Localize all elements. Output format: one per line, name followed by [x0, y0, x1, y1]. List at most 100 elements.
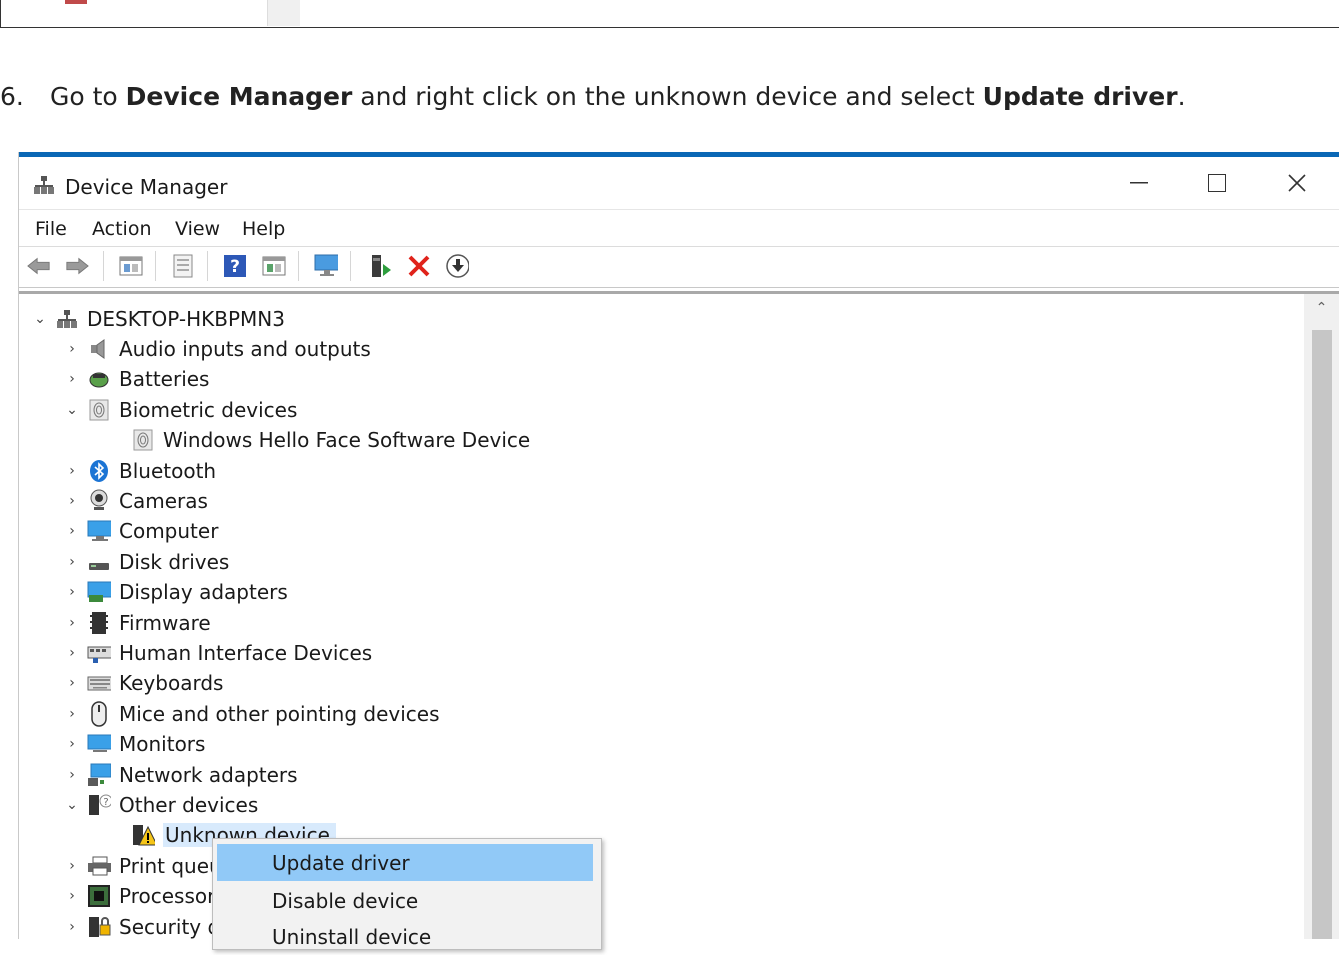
tree-category-item[interactable]: › Disk drives — [61, 547, 229, 577]
instruction-step: 6. Go to Device Manager and right click o… — [0, 82, 1186, 111]
title-bar[interactable]: Device Manager — [19, 157, 1339, 209]
tree-category-item[interactable]: › Keyboards — [61, 668, 223, 698]
monitor-icon[interactable] — [314, 254, 338, 278]
back-arrow-icon[interactable] — [27, 254, 51, 278]
tree-item-label: Network adapters — [119, 762, 298, 787]
close-button[interactable] — [1270, 165, 1324, 201]
tree-item-label: Human Interface Devices — [119, 641, 373, 665]
context-uninstall-device-label: Uninstall device — [272, 924, 432, 949]
collapse-chevron-icon[interactable]: › — [61, 493, 83, 509]
minimize-button[interactable] — [1112, 165, 1166, 201]
collapse-chevron-icon[interactable]: › — [61, 888, 83, 904]
fingerprint-icon — [87, 399, 111, 421]
tree-category-item[interactable]: › Processor: — [61, 881, 222, 911]
tree-item-label: Cameras — [119, 489, 208, 513]
tree-category-item[interactable]: ⌄? Other devices — [61, 790, 258, 820]
partial-icon — [65, 0, 87, 4]
hid-icon — [87, 642, 111, 664]
tree-category-item[interactable]: › Audio inputs and outputs — [61, 334, 371, 364]
tree-category-item[interactable]: › Computer — [61, 516, 218, 546]
context-disable-device[interactable]: Disable device — [217, 882, 593, 919]
display-adapter-icon — [87, 581, 111, 603]
tree-item-label: Disk drives — [119, 549, 230, 574]
scroll-up-icon[interactable]: ⌃ — [1304, 300, 1339, 320]
collapse-chevron-icon[interactable]: › — [61, 341, 83, 357]
collapse-chevron-icon[interactable]: › — [61, 615, 83, 631]
previous-screenshot-fragment — [0, 0, 1339, 28]
tree-category-item[interactable]: › Cameras — [61, 486, 208, 516]
help-icon[interactable]: ? — [223, 254, 247, 278]
context-disable-device-label: Disable device — [272, 888, 419, 913]
collapse-chevron-icon[interactable]: › — [61, 706, 83, 722]
scroll-thumb[interactable] — [1312, 330, 1332, 939]
partial-scrollbar — [267, 0, 300, 26]
tree-root[interactable]: ⌄ DESKTOP-HKBPMN3 — [29, 304, 285, 334]
vertical-scrollbar[interactable]: ⌃ — [1304, 291, 1339, 939]
collapse-chevron-icon[interactable]: › — [61, 675, 83, 691]
download-icon[interactable] — [445, 254, 469, 278]
tree-item-label: Monitors — [119, 732, 206, 757]
tree-item-label: Mice and other pointing devices — [119, 701, 440, 726]
step-text-prefix: Go to — [50, 82, 126, 111]
toolbar-separator — [103, 251, 104, 281]
forward-arrow-icon[interactable] — [65, 254, 89, 278]
tree-category-item[interactable]: › Network adapters — [61, 760, 298, 790]
tree-category-item[interactable]: › Print queu — [61, 851, 222, 881]
expand-chevron-icon[interactable]: ⌄ — [61, 402, 83, 418]
tree-category-item[interactable]: › Human Interface Devices — [61, 638, 372, 668]
menu-help[interactable]: Help — [242, 218, 285, 240]
tree-item-label: Print queu — [119, 853, 222, 878]
monitor-icon — [87, 733, 111, 755]
uninstall-x-icon[interactable] — [407, 254, 431, 278]
maximize-icon — [1208, 174, 1226, 192]
collapse-chevron-icon[interactable]: › — [61, 645, 83, 661]
unknown-category-icon: ? — [87, 794, 111, 816]
maximize-button[interactable] — [1190, 165, 1244, 201]
tree-device-item[interactable]: Windows Hello Face Software Device — [127, 425, 530, 455]
tree-category-item[interactable]: › Batteries — [61, 364, 209, 394]
collapse-chevron-icon[interactable]: › — [61, 767, 83, 783]
toolbar-separator — [298, 251, 299, 281]
properties-icon[interactable] — [119, 254, 143, 278]
tree-item-label: Biometric devices — [119, 397, 298, 422]
collapse-chevron-icon[interactable]: › — [61, 584, 83, 600]
toolbar: ? — [19, 245, 1339, 288]
tree-category-item[interactable]: › Display adapters — [61, 577, 288, 607]
tree-category-item[interactable]: ⌄ Biometric devices — [61, 395, 297, 425]
context-uninstall-device[interactable]: Uninstall device — [217, 918, 593, 955]
expand-chevron-icon[interactable]: ⌄ — [61, 797, 83, 813]
collapse-chevron-icon[interactable]: › — [61, 554, 83, 570]
close-icon — [1288, 174, 1306, 192]
step-text-suffix: . — [1177, 82, 1186, 111]
context-update-driver[interactable]: Update driver — [217, 844, 593, 881]
add-driver-icon[interactable] — [369, 254, 393, 278]
fingerprint-icon — [131, 429, 155, 451]
collapse-chevron-icon[interactable]: › — [61, 523, 83, 539]
speaker-icon — [87, 338, 111, 360]
update-icon[interactable] — [171, 254, 195, 278]
window-title: Device Manager — [65, 175, 228, 199]
menu-file[interactable]: File — [35, 218, 67, 240]
computer-icon — [87, 520, 111, 542]
expand-chevron-icon[interactable]: ⌄ — [29, 311, 51, 327]
step-bold-device-manager: Device Manager — [125, 82, 353, 111]
tree-item-label: Bluetooth — [119, 458, 217, 483]
collapse-chevron-icon[interactable]: › — [61, 919, 83, 935]
tree-root-label: DESKTOP-HKBPMN3 — [87, 307, 285, 331]
tree-item-label: Batteries — [119, 367, 210, 392]
tree-category-item[interactable]: › Bluetooth — [61, 456, 216, 486]
tree-item-label: Display adapters — [119, 580, 288, 605]
toolbar-separator — [207, 251, 208, 281]
collapse-chevron-icon[interactable]: › — [61, 736, 83, 752]
menu-view[interactable]: View — [175, 218, 220, 240]
tree-category-item[interactable]: › Monitors — [61, 729, 205, 759]
collapse-chevron-icon[interactable]: › — [61, 858, 83, 874]
tree-category-item[interactable]: › Firmware — [61, 608, 210, 638]
collapse-chevron-icon[interactable]: › — [61, 371, 83, 387]
tree-category-item[interactable]: › Security d — [61, 912, 220, 939]
collapse-chevron-icon[interactable]: › — [61, 463, 83, 479]
tree-item-label: Keyboards — [119, 671, 224, 696]
show-hidden-icon[interactable] — [262, 254, 286, 278]
tree-category-item[interactable]: › Mice and other pointing devices — [61, 699, 440, 729]
menu-action[interactable]: Action — [92, 218, 152, 240]
